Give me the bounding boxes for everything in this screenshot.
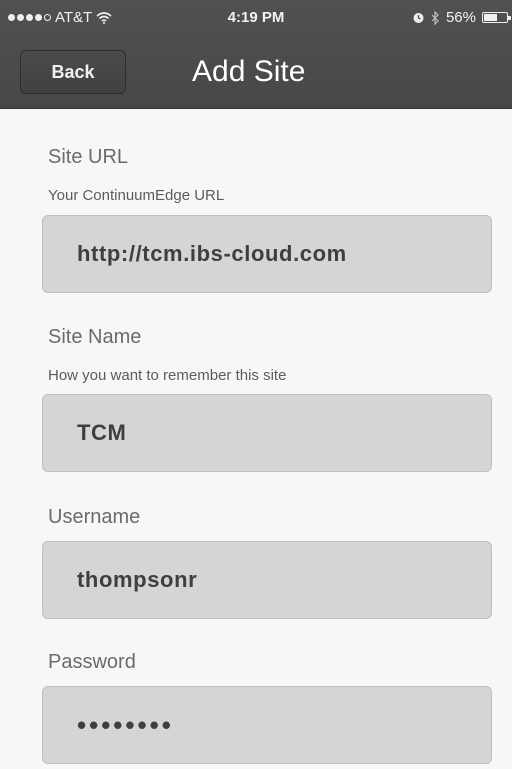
bluetooth-icon — [431, 10, 439, 25]
username-label: Username — [48, 506, 141, 528]
top-bar: AT&T 4:19 PM 56% Back Add Site — [0, 0, 512, 109]
back-button[interactable]: Back — [20, 50, 126, 94]
site-name-label: Site Name — [48, 326, 142, 348]
add-site-screen: AT&T 4:19 PM 56% Back Add Site Site URL … — [0, 0, 512, 769]
site-url-label: Site URL — [48, 146, 129, 168]
battery-icon — [482, 12, 511, 23]
site-url-field[interactable] — [42, 215, 492, 293]
alarm-icon — [413, 13, 424, 23]
site-name-field[interactable] — [42, 394, 492, 472]
site-url-hint: Your ContinuumEdge URL — [48, 187, 225, 204]
password-field[interactable] — [42, 686, 492, 764]
page-title: Add Site — [192, 55, 306, 88]
battery-percent: 56% — [445, 9, 476, 26]
status-right: 56% — [412, 9, 511, 26]
status-bar: AT&T 4:19 PM 56% — [0, 0, 512, 34]
password-label: Password — [48, 651, 136, 673]
site-name-hint: How you want to remember this site — [48, 367, 287, 384]
username-field[interactable] — [42, 541, 492, 619]
